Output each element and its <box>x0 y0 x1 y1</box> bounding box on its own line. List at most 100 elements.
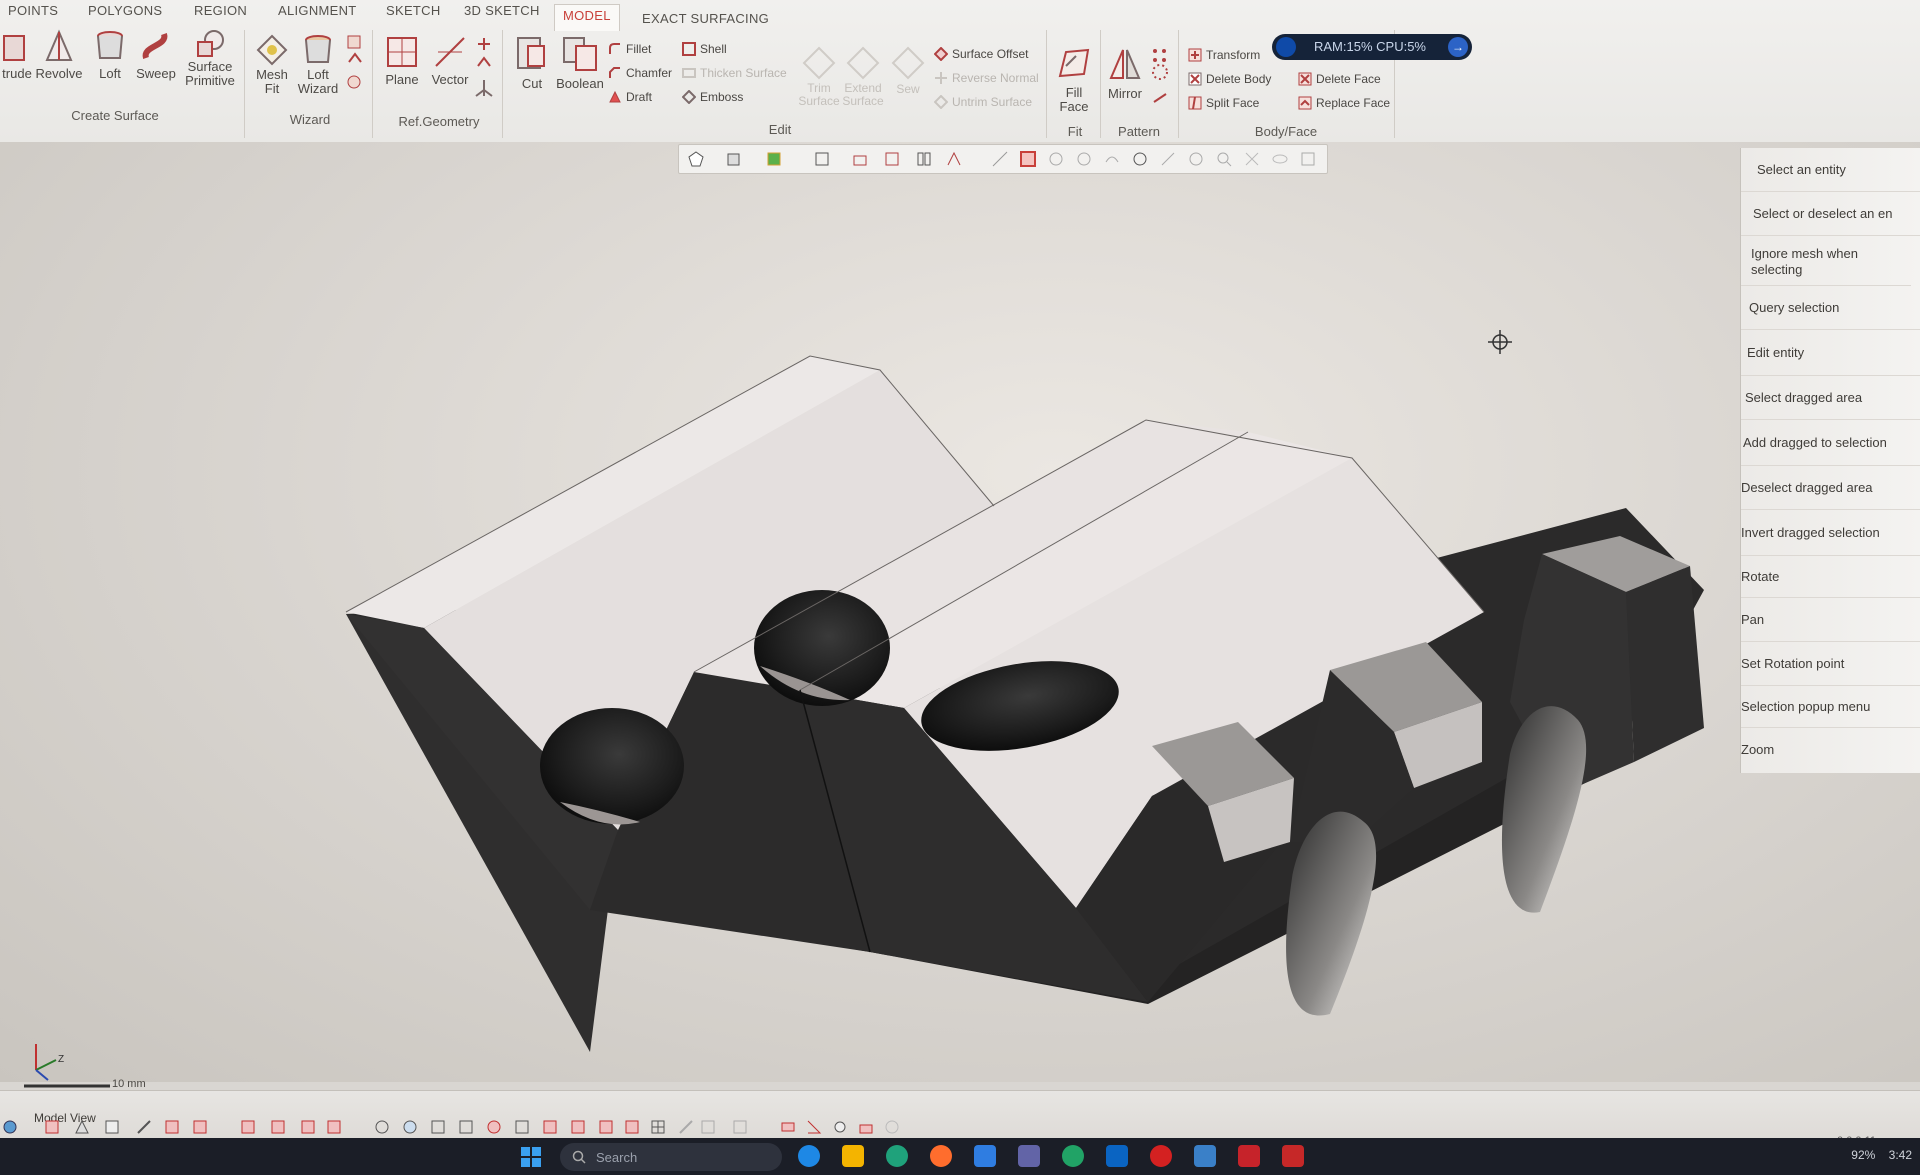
mirror-tool[interactable]: Mirror <box>1104 46 1146 101</box>
file-explorer-icon[interactable] <box>842 1145 864 1167</box>
filter-icon[interactable] <box>164 1119 180 1135</box>
plane-tool[interactable]: Plane <box>380 34 424 87</box>
menu-item-select-dragged-area[interactable]: Select dragged area <box>1741 376 1920 420</box>
zoom-icon[interactable] <box>1215 150 1233 168</box>
draft-tool[interactable]: Draft <box>608 90 652 104</box>
points-icon[interactable] <box>44 1119 60 1135</box>
extend-surface-tool[interactable]: Extend Surface <box>838 46 888 108</box>
pick-icon[interactable] <box>1075 150 1093 168</box>
cortana-icon[interactable] <box>798 1145 820 1167</box>
cube-icon[interactable] <box>725 150 743 168</box>
upwork-icon[interactable] <box>1062 1145 1084 1167</box>
tab-region[interactable]: REGION <box>186 0 255 26</box>
store-icon[interactable] <box>974 1145 996 1167</box>
ref-geometry-small-icons[interactable] <box>474 36 494 106</box>
boolean-tool[interactable]: Boolean <box>556 34 604 91</box>
wizard-small-icons[interactable] <box>346 34 364 104</box>
select-type-icon[interactable] <box>430 1119 446 1135</box>
settings-icon[interactable] <box>1299 150 1317 168</box>
photos-icon[interactable] <box>1194 1145 1216 1167</box>
menu-item-select-or-deselect[interactable]: Select or deselect an en <box>1741 192 1920 236</box>
copy-icon[interactable] <box>732 1119 748 1135</box>
clip-icon[interactable] <box>270 1119 286 1135</box>
taskbar-search[interactable]: Search <box>560 1143 782 1171</box>
split-face-tool[interactable]: Split Face <box>1188 96 1259 110</box>
ruler-icon[interactable] <box>780 1119 796 1135</box>
sphere-icon[interactable] <box>1187 150 1205 168</box>
select-edge-icon[interactable] <box>514 1119 530 1135</box>
untrim-surface-tool[interactable]: Untrim Surface <box>934 95 1032 109</box>
cad-model[interactable] <box>0 142 1920 1082</box>
shell-tool[interactable]: Shell <box>682 42 727 56</box>
model-tooth-3-side[interactable] <box>1626 566 1704 762</box>
select-sketch-icon[interactable] <box>598 1119 614 1135</box>
tab-sketch[interactable]: SKETCH <box>378 0 449 26</box>
menu-item-deselect-dragged[interactable]: Deselect dragged area <box>1741 466 1920 510</box>
select-all-icon[interactable] <box>374 1119 390 1135</box>
trim-surface-tool[interactable]: Trim Surface <box>794 46 844 108</box>
surface-primitive-tool[interactable]: Surface Primitive <box>182 28 238 88</box>
loft-wizard-tool[interactable]: Loft Wizard <box>296 32 340 96</box>
select-curve-icon[interactable] <box>570 1119 586 1135</box>
chamfer-tool[interactable]: Chamfer <box>608 66 672 80</box>
surface-icon[interactable] <box>104 1119 120 1135</box>
menu-item-pan[interactable]: Pan <box>1741 598 1920 642</box>
surface-offset-tool[interactable]: Surface Offset <box>934 47 1028 61</box>
emboss-tool[interactable]: Emboss <box>682 90 743 104</box>
menu-item-edit-entity[interactable]: Edit entity <box>1741 330 1920 376</box>
menu-item-selection-popup[interactable]: Selection popup menu <box>1741 686 1920 728</box>
view-top-icon[interactable] <box>851 150 869 168</box>
angle-icon[interactable] <box>806 1119 822 1135</box>
probe-icon[interactable] <box>832 1119 848 1135</box>
circle-icon[interactable] <box>884 1119 900 1135</box>
table-icon[interactable] <box>700 1119 716 1135</box>
select-vertex-icon[interactable] <box>542 1119 558 1135</box>
model-viewport[interactable] <box>0 142 1920 1082</box>
mesh-icon[interactable] <box>74 1119 90 1135</box>
mesh-fit-tool[interactable]: Mesh Fit <box>250 32 294 96</box>
menu-item-add-dragged[interactable]: Add dragged to selection <box>1741 420 1920 466</box>
model-hole-1[interactable] <box>540 708 684 824</box>
fill-face-tool[interactable]: Fill Face <box>1052 46 1096 114</box>
sweep-tool[interactable]: Sweep <box>136 28 176 81</box>
brush-icon[interactable] <box>678 1119 694 1135</box>
snap-icon[interactable] <box>1047 150 1065 168</box>
menu-item-ignore-mesh[interactable]: Ignore mesh when selecting <box>1741 236 1911 286</box>
tab-polygons[interactable]: POLYGONS <box>80 0 170 26</box>
layer-icon[interactable] <box>192 1119 208 1135</box>
select-body-icon[interactable] <box>458 1119 474 1135</box>
tab-points[interactable]: POINTS <box>0 0 66 26</box>
section-icon[interactable] <box>240 1119 256 1135</box>
transform-tool[interactable]: Transform <box>1188 48 1260 62</box>
select-face-icon[interactable] <box>486 1119 502 1135</box>
replace-face-tool[interactable]: Replace Face <box>1298 96 1390 110</box>
windows-start-icon[interactable] <box>520 1146 542 1168</box>
teams-icon[interactable] <box>1018 1145 1040 1167</box>
reverse-normal-tool[interactable]: Reverse Normal <box>934 71 1039 85</box>
menu-item-set-rotation-point[interactable]: Set Rotation point <box>1741 642 1920 686</box>
show-icon[interactable] <box>326 1119 342 1135</box>
grid-icon[interactable] <box>650 1119 666 1135</box>
select-visible-icon[interactable] <box>402 1119 418 1135</box>
loft-tool[interactable]: Loft <box>90 28 130 81</box>
extrude-tool[interactable]: trude <box>0 28 34 81</box>
tab-exact-surfacing[interactable]: EXACT SURFACING <box>634 8 777 34</box>
menu-item-select-an-entity[interactable]: Select an entity <box>1741 148 1920 192</box>
tab-3d-sketch[interactable]: 3D SKETCH <box>456 0 548 26</box>
view-split-icon[interactable] <box>915 150 933 168</box>
view-front-icon[interactable] <box>813 150 831 168</box>
select-ref-icon[interactable] <box>624 1119 640 1135</box>
edge-icon[interactable] <box>886 1145 908 1167</box>
shaded-icon[interactable] <box>765 150 783 168</box>
performance-monitor[interactable]: RAM:15% CPU:5% → <box>1272 34 1472 60</box>
outlook-icon[interactable] <box>1106 1145 1128 1167</box>
arrow-right-icon[interactable]: → <box>1448 37 1468 57</box>
rotate-view-icon[interactable] <box>1131 150 1149 168</box>
view-iso-icon[interactable] <box>945 150 963 168</box>
pattern-small-icons[interactable] <box>1150 46 1170 116</box>
stamp-icon[interactable] <box>858 1119 874 1135</box>
tab-alignment[interactable]: ALIGNMENT <box>270 0 365 26</box>
sew-tool[interactable]: Sew <box>888 46 928 96</box>
tab-model[interactable]: MODEL <box>554 4 620 31</box>
delete-face-tool[interactable]: Delete Face <box>1298 72 1381 86</box>
